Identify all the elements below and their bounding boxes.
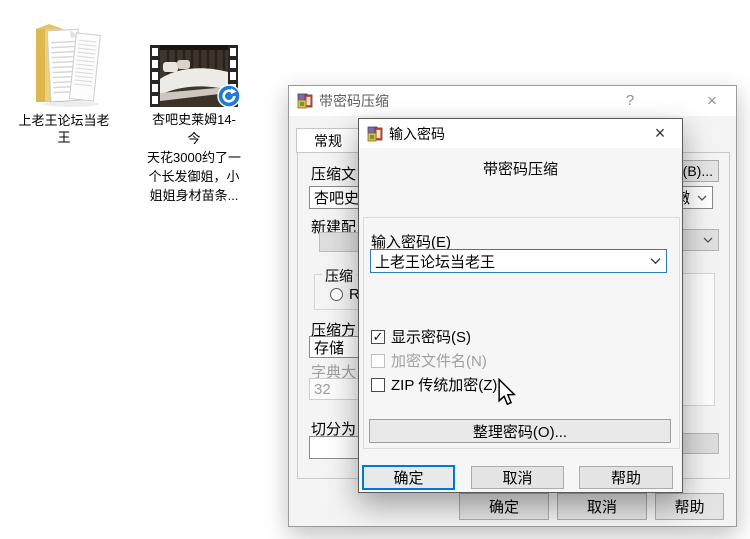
desktop: 上老王论坛当老 王 [0,0,750,539]
video-label-line1: 杏吧史莱姆14-今 [146,110,242,148]
close-icon[interactable]: × [638,119,682,148]
winrar-icon [367,126,383,142]
video-label-line4: 姐姐身材苗条... [146,186,242,205]
video-label-line3: 个长发御姐，小 [146,167,242,186]
ok-button[interactable]: 确定 [362,465,455,490]
encrypt-filenames-label: 加密文件名(N) [391,350,487,371]
close-icon[interactable]: × [690,86,734,115]
mouse-cursor-icon [497,378,516,411]
checkbox-disabled-icon [371,354,385,368]
compress-dialog-titlebar[interactable]: 带密码压缩 [289,86,736,116]
enter-password-dialog-window: 输入密码 × 带密码压缩 输入密码(E) 上老王论坛当老王 ✓ 显示密码(S) … [358,118,683,493]
archive-name-label: 压缩文 [311,163,356,184]
checkbox-unchecked-icon[interactable] [371,378,385,392]
format-radio-row[interactable]: R [330,286,360,303]
show-password-row[interactable]: ✓ 显示密码(S) [371,326,471,347]
video-label-line2: 天花3000约了一 [146,148,242,167]
encrypt-filenames-row: 加密文件名(N) [371,350,487,371]
compress-dialog-title: 带密码压缩 [319,91,389,111]
filmstrip-sprockets-left [150,45,160,107]
checkbox-checked-icon[interactable]: ✓ [371,330,385,344]
folder-label-line2: 王 [14,129,114,146]
help-caption-button[interactable]: ? [608,86,652,115]
show-password-label: 显示密码(S) [391,326,471,347]
password-dialog-heading: 带密码压缩 [359,158,682,179]
chevron-down-icon [703,237,713,243]
help-button[interactable]: 帮助 [579,466,673,489]
zip-legacy-label: ZIP 传统加密(Z) [391,374,497,395]
folder-label-line1: 上老王论坛当老 [14,112,114,129]
chevron-down-icon [650,258,661,265]
help-button-outer[interactable]: 帮助 [655,493,724,520]
password-dialog-titlebar[interactable]: 输入密码 [359,119,682,148]
zip-legacy-row[interactable]: ZIP 传统加密(Z) [371,374,497,395]
cancel-button[interactable]: 取消 [471,466,564,489]
tab-general[interactable]: 常规 [296,128,360,153]
chevron-down-icon [697,195,707,201]
sync-badge-icon [217,84,241,108]
archive-format-group-label: 压缩 [322,266,356,286]
archive-name-text-left: 杏吧史 [314,187,359,208]
password-dialog-title: 输入密码 [389,124,445,144]
radio-icon[interactable] [330,288,343,301]
ok-button-outer[interactable]: 确定 [459,493,549,520]
password-input[interactable]: 上老王论坛当老王 [370,249,667,273]
video-label: 杏吧史莱姆14-今 天花3000约了一 个长发御姐，小 姐姐身材苗条... [146,110,242,205]
dictionary-size-value: 32 [314,381,331,398]
desktop-icon-folder[interactable]: 上老王论坛当老 王 [14,14,114,146]
password-value: 上老王论坛当老王 [375,251,495,272]
folder-documents-icon [27,14,101,109]
organize-passwords-button[interactable]: 整理密码(O)... [369,419,671,443]
cancel-button-outer[interactable]: 取消 [557,493,647,520]
winrar-icon [297,93,313,109]
compression-method-value: 存储 [314,337,344,358]
